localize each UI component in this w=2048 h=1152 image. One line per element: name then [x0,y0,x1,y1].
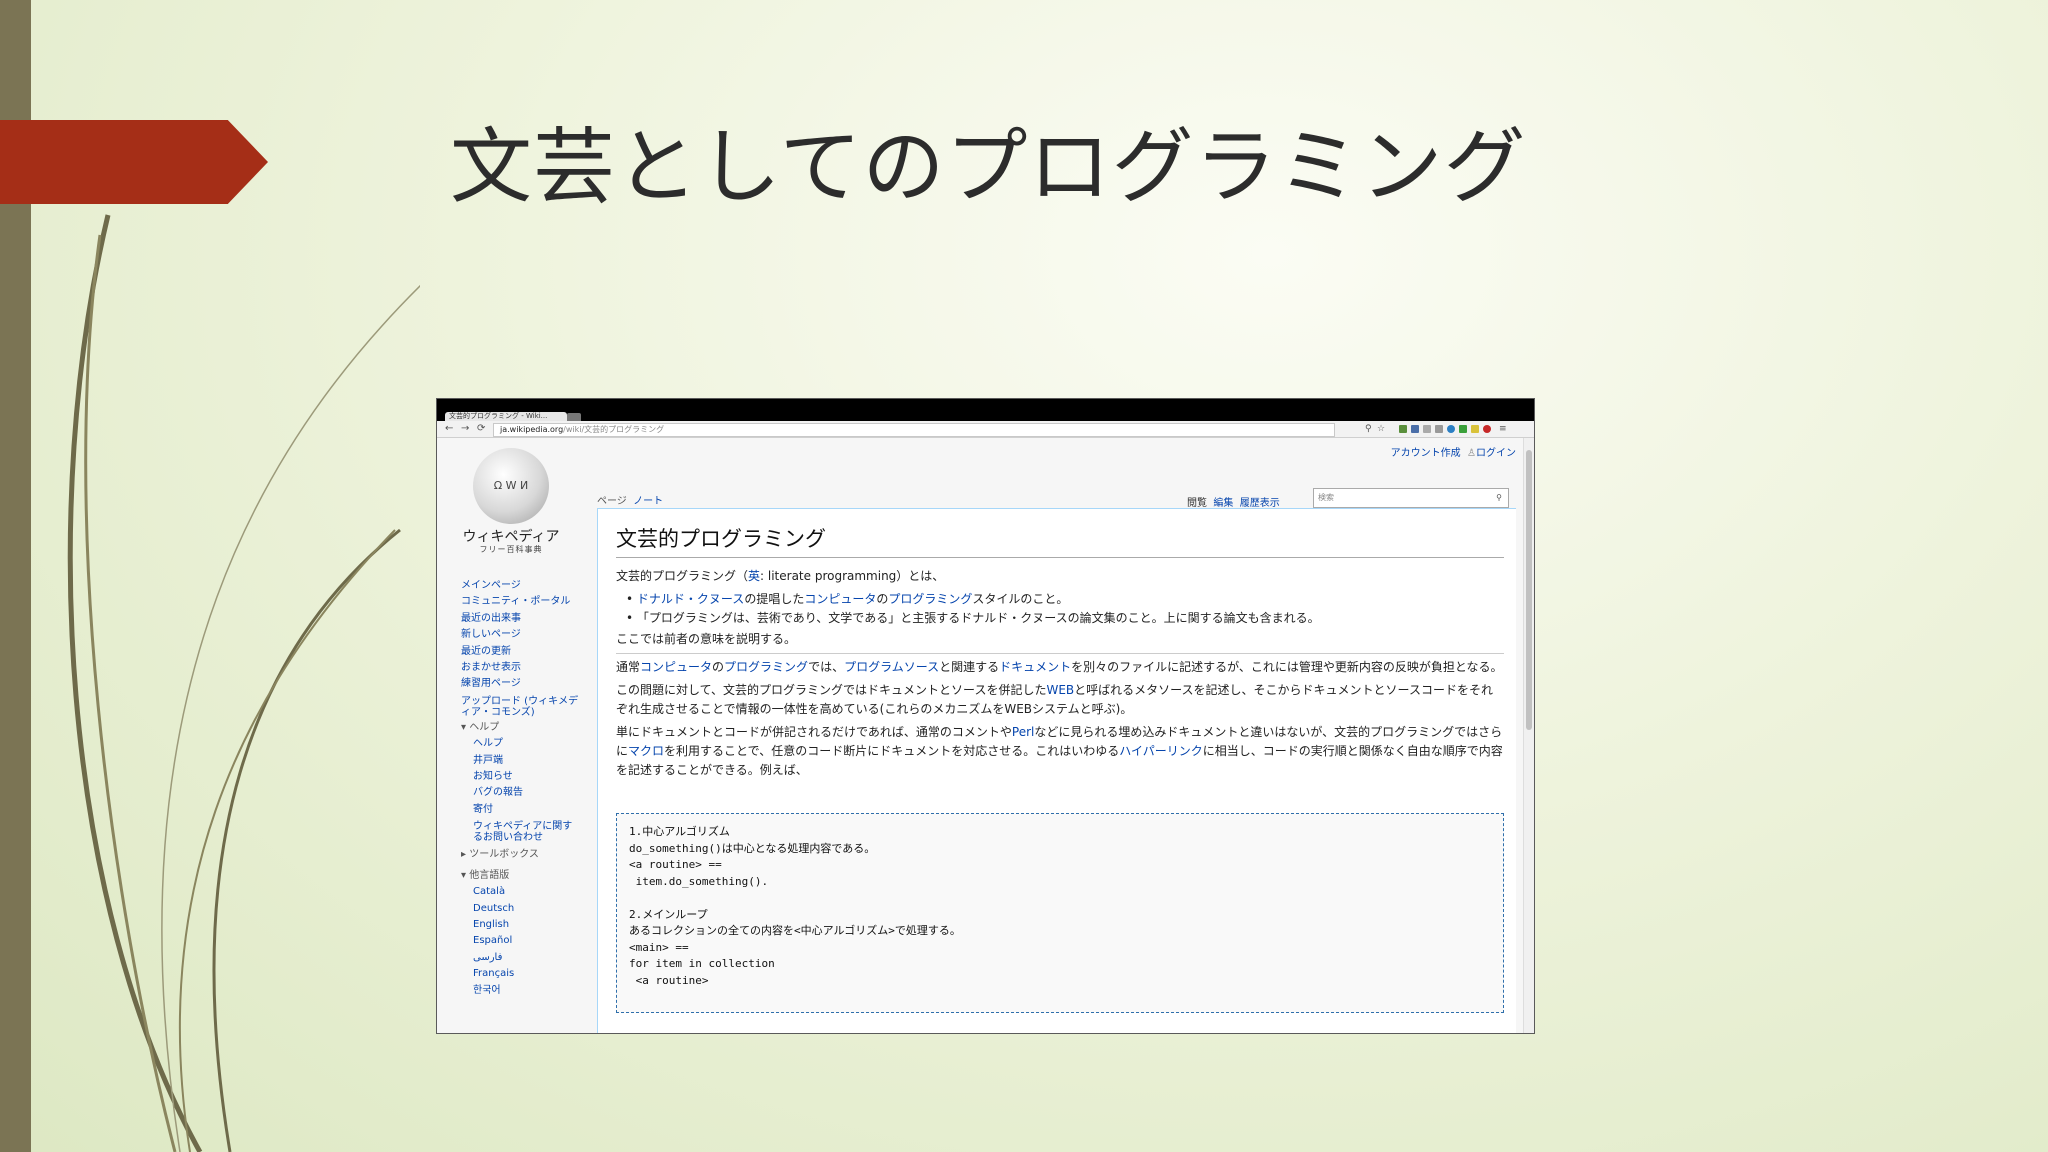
reload-icon[interactable]: ⟳ [477,423,485,435]
sidebar-item-recent-events[interactable]: 最近の出来事 [461,611,581,627]
sidebar-item-upload[interactable]: アップロード (ウィキメディア・コモンズ) [461,696,581,718]
article-content: 文芸的プログラミング 文芸的プログラミング（英: literate progra… [597,508,1516,1033]
wiki-logo-subtitle: フリー百科事典 [479,545,543,554]
sidebar-item-notices[interactable]: お知らせ [461,769,581,785]
sidebar-help-header[interactable]: ▾ ヘルプ [461,720,581,736]
url-host: ja.wikipedia.org [500,425,564,434]
search-icon[interactable]: ⚲ [1496,489,1502,507]
extension-icon[interactable] [1423,425,1431,433]
browser-tab[interactable]: 文芸的プログラミング - Wiki... [445,412,567,421]
view-tabs: 閲覧 編集 履歴表示 [1187,494,1280,509]
programming-link[interactable]: プログラミング [888,592,972,606]
language-link[interactable]: Français [461,966,581,982]
sidebar-item-village-pump[interactable]: 井戸端 [461,753,581,769]
sidebar-item-recent-changes[interactable]: 最近の更新 [461,644,581,660]
article-intro: 文芸的プログラミング（英: literate programming）とは、 [616,569,945,583]
extension-icon[interactable] [1447,425,1455,433]
address-bar[interactable]: ja.wikipedia.org/wiki/文芸的プログラミング [493,423,1335,437]
sidebar-languages-header[interactable]: ▾ 他言語版 [461,868,581,884]
tab-talk[interactable]: ノート [633,496,663,507]
sidebar-item-random[interactable]: おまかせ表示 [461,660,581,676]
sidebar-item-main-page[interactable]: メインページ [461,578,581,594]
sidebar-item-portal[interactable]: コミュニティ・ポータル [461,594,581,610]
sidebar-item-help[interactable]: ヘルプ [461,736,581,752]
forward-arrow-icon[interactable]: → [461,423,469,435]
extension-icon[interactable] [1411,425,1419,433]
wiki-logo-name: ウィキペディア [462,529,560,545]
programming-link[interactable]: プログラミング [724,660,808,674]
sidebar-item-bug-reports[interactable]: バグの報告 [461,785,581,801]
browser-tabbar: 文芸的プログラミング - Wiki... [437,399,1534,421]
hyperlink-link[interactable]: ハイパーリンク [1119,744,1203,758]
login-link[interactable]: ログイン [1476,448,1516,459]
sidebar-item-contact[interactable]: ウィキペディアに関するお問い合わせ [461,821,581,843]
perl-link[interactable]: Perl [1012,725,1034,739]
personal-tools: アカウント作成 ♙ログイン [1391,444,1516,459]
meaning-list: ドナルド・クヌースの提唱したコンピュータのプログラミングスタイルのこと。 「プロ… [626,590,1504,628]
language-link[interactable]: فارسی [461,950,581,966]
back-arrow-icon[interactable]: ← [445,423,453,435]
english-link[interactable]: 英 [748,569,760,583]
extension-icon[interactable] [1435,425,1443,433]
collapse-arrow-icon: ▾ [461,721,470,733]
computer-link[interactable]: コンピュータ [804,592,876,606]
scrollbar-thumb[interactable] [1526,450,1532,730]
sidebar-item-new-pages[interactable]: 新しいページ [461,627,581,643]
article-note: ここでは前者の意味を説明する。 [616,630,1504,654]
paragraph-2: この問題に対して、文芸的プログラミングではドキュメントとソースを併記したWEBと… [616,683,1493,716]
namespace-tabs: ページ ノート [597,492,663,507]
wiki-search-input[interactable]: 検索 ⚲ [1313,488,1509,508]
sidebar-item-sandbox[interactable]: 練習用ページ [461,676,581,692]
menu-icon[interactable]: ≡ [1499,423,1507,435]
scrollbar[interactable] [1523,438,1534,1033]
sidebar-toolbox-header[interactable]: ▸ ツールボックス [461,847,581,863]
sidebar-item-donate[interactable]: 寄付 [461,802,581,818]
source-code-link[interactable]: プログラムソース [844,660,939,674]
document-link[interactable]: ドキュメント [999,660,1071,674]
collapse-arrow-icon: ▾ [461,869,470,881]
user-icon: ♙ [1467,448,1476,459]
list-item: ドナルド・クヌースの提唱したコンピュータのプログラミングスタイルのこと。 [626,590,1504,609]
paragraph-1: 通常コンピュータのプログラミングでは、プログラムソースと関連するドキュメントを別… [616,660,1503,674]
expand-arrow-icon: ▸ [461,849,470,861]
list-item: 「プログラミングは、芸術であり、文学である」と主張するドナルド・クヌースの論文集… [626,609,1504,628]
extension-icon[interactable] [1471,425,1479,433]
extension-icon[interactable] [1459,425,1467,433]
language-link[interactable]: Català [461,884,581,900]
search-placeholder: 検索 [1318,493,1334,502]
wiki-sidebar: メインページ コミュニティ・ポータル 最近の出来事 新しいページ 最近の更新 お… [461,578,581,999]
paragraph-3: 単にドキュメントとコードが併記されるだけであれば、通常のコメントやPerlなどに… [616,725,1503,777]
search-icon[interactable]: ⚲ [1365,423,1372,435]
code-block: 1.中心アルゴリズム do_something()は中心となる処理内容である。 … [616,813,1504,1013]
wiki-page: アカウント作成 ♙ログイン Ω W И ウィキペディア フリー百科事典 メインペ… [437,438,1524,1033]
create-account-link[interactable]: アカウント作成 [1391,448,1461,459]
browser-toolbar: ← → ⟳ ja.wikipedia.org/wiki/文芸的プログラミング ⚲… [437,421,1534,438]
computer-link[interactable]: コンピュータ [640,660,712,674]
language-link[interactable]: Deutsch [461,901,581,917]
web-link[interactable]: WEB [1046,683,1074,697]
knuth-link[interactable]: ドナルド・クヌース [637,592,744,606]
extension-icon[interactable] [1483,425,1491,433]
article-body: 文芸的プログラミング（英: literate programming）とは、 ド… [616,567,1504,784]
url-path: /wiki/文芸的プログラミング [563,425,665,434]
language-link[interactable]: 한국어 [461,983,581,999]
extension-icon[interactable] [1399,425,1407,433]
star-icon[interactable]: ☆ [1377,423,1385,435]
slide-title: 文芸としてのプログラミング [450,120,1527,215]
article-title: 文芸的プログラミング [616,523,1504,558]
wikipedia-globe-logo[interactable]: Ω W И [473,448,549,524]
title-arrow-shape [0,120,268,204]
language-link[interactable]: Español [461,933,581,949]
tab-page[interactable]: ページ [597,496,627,507]
language-link[interactable]: English [461,917,581,933]
browser-screenshot: 文芸的プログラミング - Wiki... ← → ⟳ ja.wikipedia.… [436,398,1535,1034]
new-tab-button[interactable] [567,413,581,421]
macro-link[interactable]: マクロ [628,744,664,758]
